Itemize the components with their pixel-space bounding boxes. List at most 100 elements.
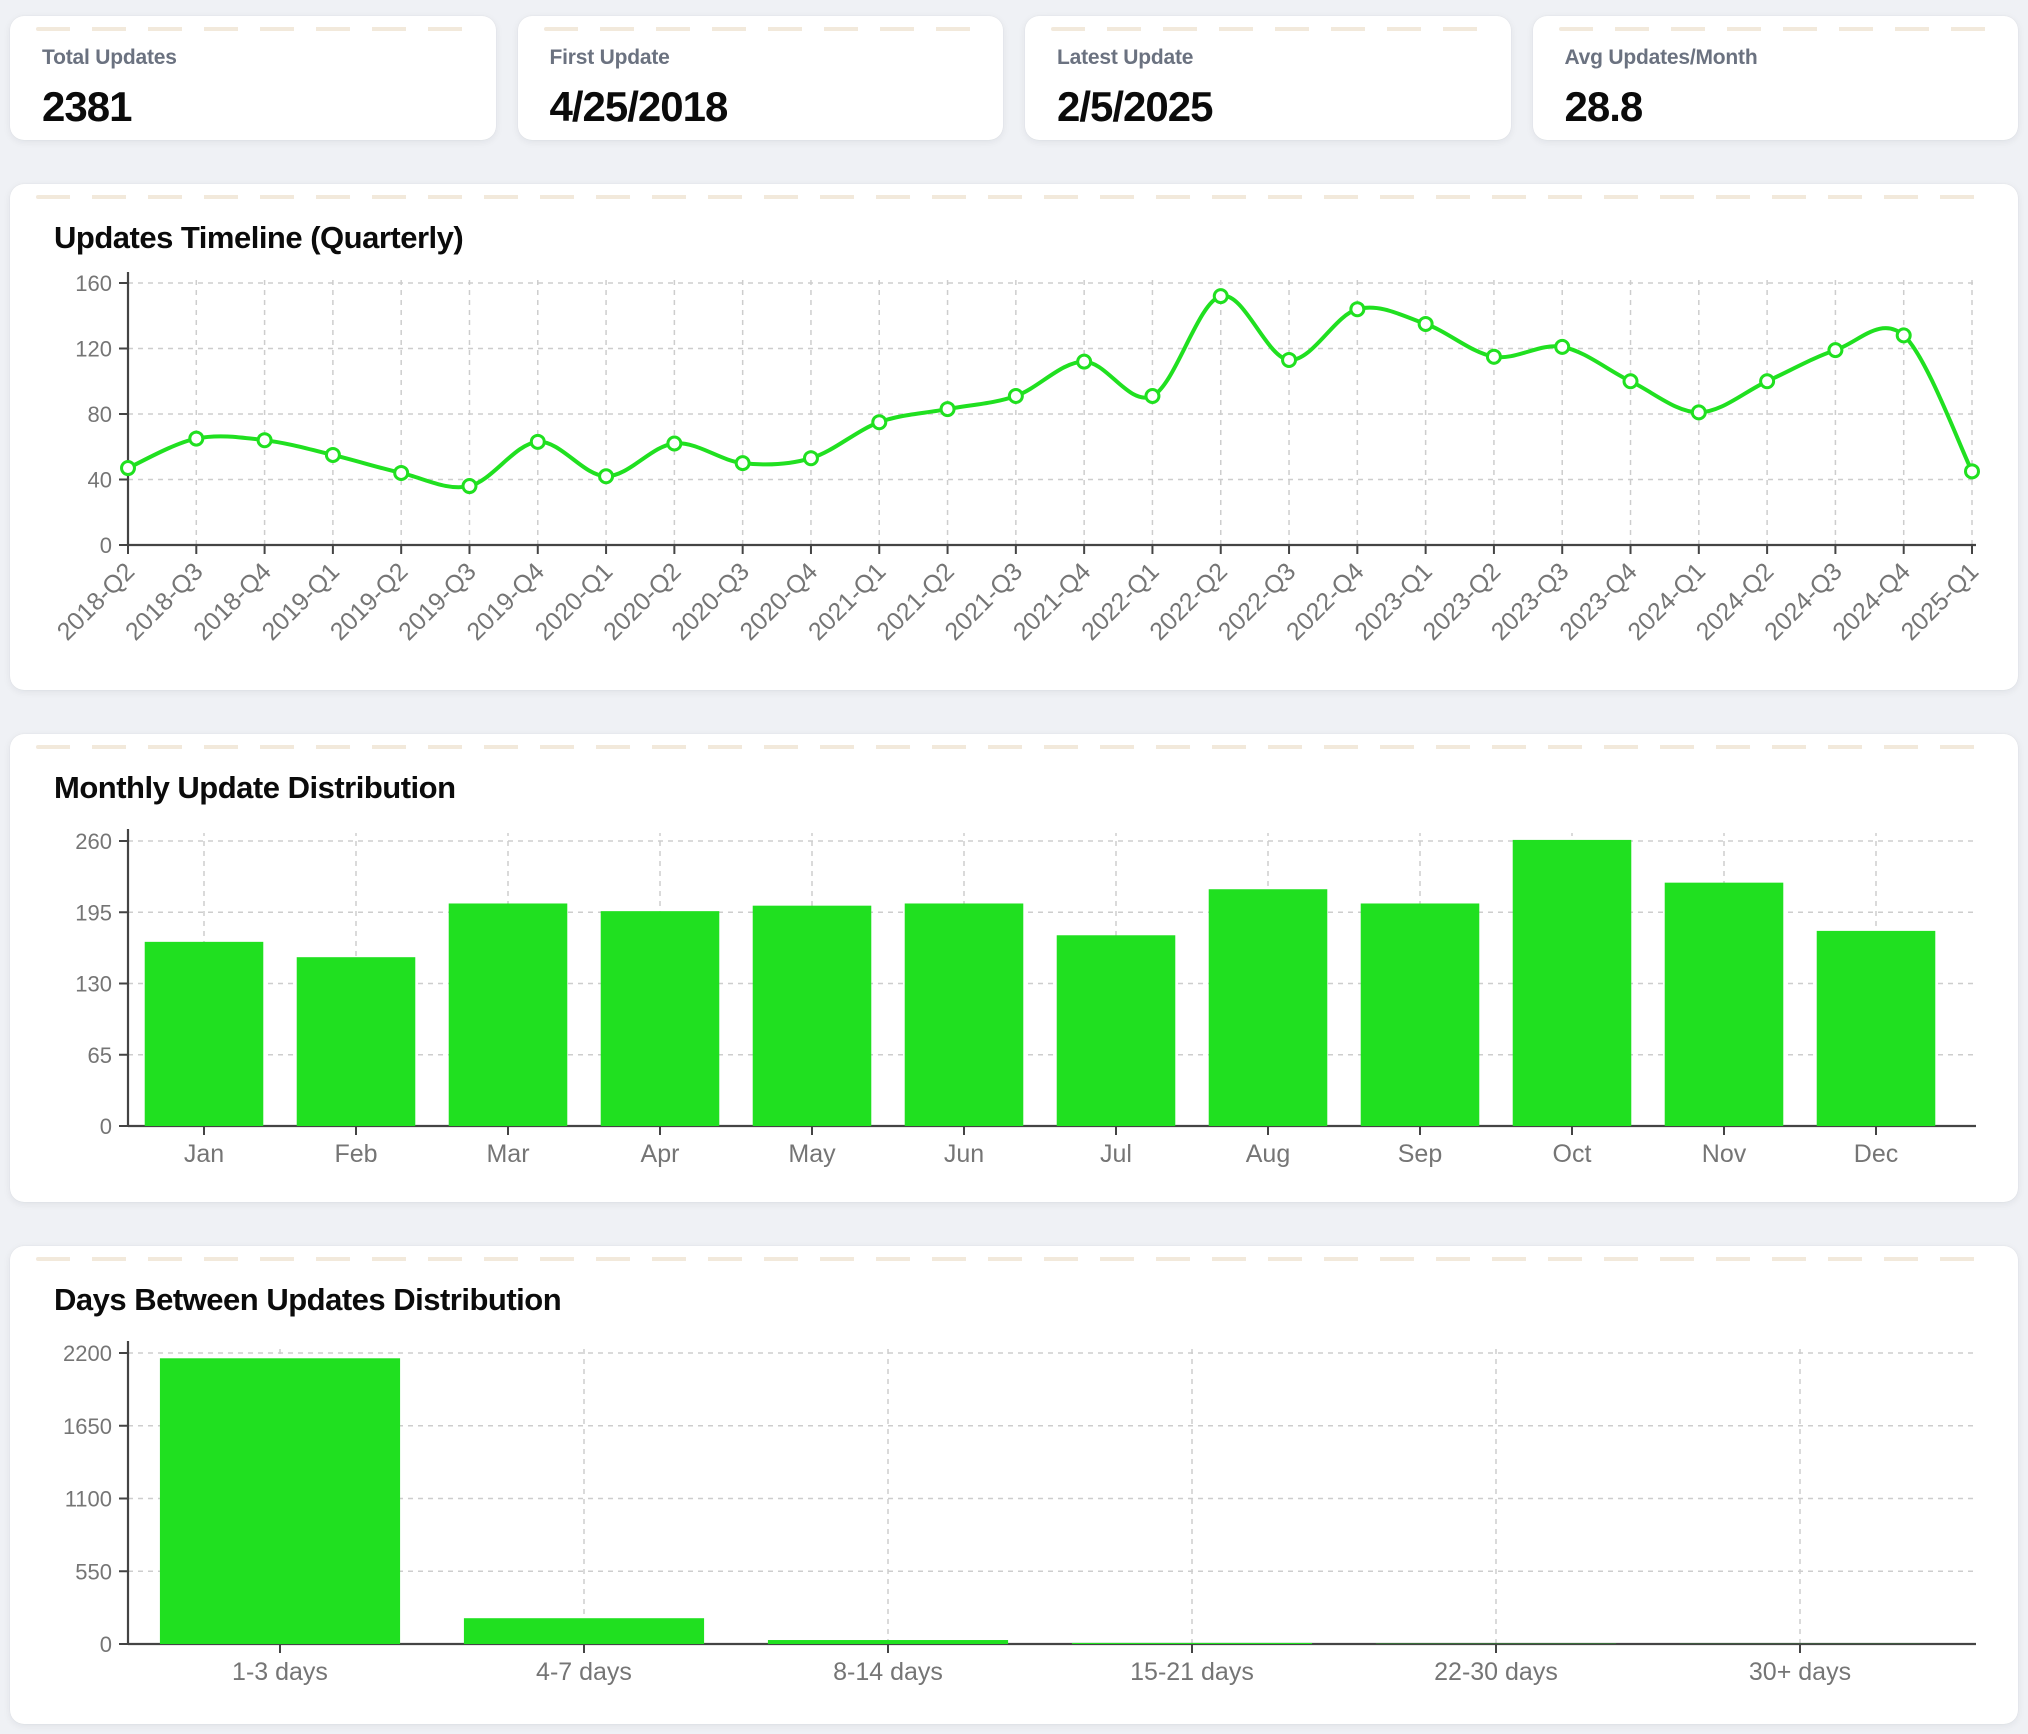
dashboard: Total Updates 2381 First Update 4/25/201… bbox=[10, 16, 2018, 1724]
y-tick-label: 550 bbox=[75, 1559, 112, 1584]
monthly-distribution-title: Monthly Update Distribution bbox=[54, 770, 1998, 806]
bar-Dec bbox=[1817, 931, 1936, 1126]
x-tick-label: Sep bbox=[1398, 1140, 1442, 1168]
card-top-dashes bbox=[36, 745, 1992, 749]
bar-Aug bbox=[1209, 889, 1328, 1126]
x-tick-label: 4-7 days bbox=[536, 1658, 632, 1686]
y-tick-label: 195 bbox=[75, 900, 112, 925]
days-between-updates-chart: 05501100165022001-3 days4-7 days8-14 day… bbox=[40, 1328, 1988, 1700]
bar-Apr bbox=[601, 911, 720, 1126]
card-top-dashes bbox=[1051, 27, 1485, 31]
data-point-2024-Q4 bbox=[1897, 329, 1910, 342]
data-point-2021-Q3 bbox=[1009, 389, 1022, 402]
y-tick-label: 65 bbox=[88, 1043, 112, 1068]
timeline-line bbox=[128, 296, 1972, 488]
data-point-2023-Q3 bbox=[1556, 340, 1569, 353]
data-point-2024-Q3 bbox=[1829, 344, 1842, 357]
bar-Nov bbox=[1665, 883, 1784, 1126]
x-tick-label: Jan bbox=[184, 1140, 224, 1168]
data-point-2023-Q4 bbox=[1624, 375, 1637, 388]
data-point-2021-Q4 bbox=[1078, 355, 1091, 368]
stat-card-avg-updates-month: Avg Updates/Month 28.8 bbox=[1533, 16, 2019, 140]
bar-Feb bbox=[297, 957, 416, 1126]
bar-Jan bbox=[145, 942, 264, 1126]
updates-timeline-title: Updates Timeline (Quarterly) bbox=[54, 220, 1998, 256]
data-point-2022-Q2 bbox=[1214, 290, 1227, 303]
x-tick-label: Jul bbox=[1100, 1140, 1132, 1168]
stat-card-first-update: First Update 4/25/2018 bbox=[518, 16, 1004, 140]
x-tick-label: Feb bbox=[334, 1140, 377, 1168]
data-point-2022-Q3 bbox=[1283, 353, 1296, 366]
y-tick-label: 130 bbox=[75, 972, 112, 997]
data-point-2019-Q2 bbox=[395, 466, 408, 479]
y-tick-label: 1650 bbox=[63, 1414, 112, 1439]
data-point-2023-Q1 bbox=[1419, 317, 1432, 330]
x-tick-label: Apr bbox=[641, 1140, 680, 1168]
bar-8-14 days bbox=[768, 1640, 1008, 1644]
y-tick-label: 0 bbox=[100, 533, 112, 558]
monthly-distribution-card: Monthly Update Distribution 0 65 130 195 260… bbox=[10, 734, 2018, 1202]
data-point-2019-Q3 bbox=[463, 480, 476, 493]
monthly-distribution-chart: 0 65 130 195 260 Jan Feb Mar Apr May Jun Jul Aug Sep O… bbox=[40, 816, 1988, 1178]
card-top-dashes bbox=[36, 195, 1992, 199]
data-point-2024-Q2 bbox=[1761, 375, 1774, 388]
x-tick-label: 22-30 days bbox=[1434, 1658, 1558, 1686]
bar-15-21 days bbox=[1072, 1643, 1312, 1644]
x-tick-label: Mar bbox=[486, 1140, 529, 1168]
data-point-2021-Q2 bbox=[941, 403, 954, 416]
y-tick-label: 0 bbox=[100, 1114, 112, 1139]
data-point-2020-Q2 bbox=[668, 437, 681, 450]
stats-row: Total Updates 2381 First Update 4/25/201… bbox=[10, 16, 2018, 140]
bar-Sep bbox=[1361, 903, 1480, 1126]
stat-card-latest-update: Latest Update 2/5/2025 bbox=[1025, 16, 1511, 140]
stat-value: 28.8 bbox=[1565, 83, 1987, 131]
x-tick-label: Aug bbox=[1246, 1140, 1290, 1168]
data-point-2022-Q4 bbox=[1351, 303, 1364, 316]
data-point-2025-Q1 bbox=[1966, 465, 1979, 478]
days-between-updates-card: Days Between Updates Distribution 055011… bbox=[10, 1246, 2018, 1724]
card-top-dashes bbox=[544, 27, 978, 31]
bar-Jul bbox=[1057, 935, 1176, 1126]
updates-timeline-card: Updates Timeline (Quarterly) 04080120160… bbox=[10, 184, 2018, 690]
stat-value: 4/25/2018 bbox=[550, 83, 972, 131]
x-tick-label: Jun bbox=[944, 1140, 984, 1168]
data-point-2021-Q1 bbox=[873, 416, 886, 429]
x-tick-label: 15-21 days bbox=[1130, 1658, 1254, 1686]
data-point-2019-Q4 bbox=[531, 435, 544, 448]
x-tick-label: Nov bbox=[1702, 1140, 1747, 1168]
bar-1-3 days bbox=[160, 1358, 400, 1644]
x-tick-label: 1-3 days bbox=[232, 1658, 328, 1686]
card-top-dashes bbox=[36, 1257, 1992, 1261]
days-between-updates-title: Days Between Updates Distribution bbox=[54, 1282, 1998, 1318]
data-point-2018-Q3 bbox=[190, 432, 203, 445]
bar-Jun bbox=[905, 903, 1024, 1126]
y-tick-label: 40 bbox=[88, 468, 112, 493]
card-top-dashes bbox=[1559, 27, 1993, 31]
stat-card-total-updates: Total Updates 2381 bbox=[10, 16, 496, 140]
x-tick-label: Oct bbox=[1553, 1140, 1592, 1168]
y-tick-label: 120 bbox=[75, 337, 112, 362]
data-point-2024-Q1 bbox=[1692, 406, 1705, 419]
y-tick-label: 0 bbox=[100, 1632, 112, 1657]
bar-4-7 days bbox=[464, 1618, 704, 1644]
stat-label: Avg Updates/Month bbox=[1565, 46, 1987, 70]
data-point-2022-Q1 bbox=[1146, 389, 1159, 402]
stat-label: Latest Update bbox=[1057, 46, 1479, 70]
stat-value: 2381 bbox=[42, 83, 464, 131]
x-tick-label: Dec bbox=[1854, 1140, 1898, 1168]
y-tick-label: 260 bbox=[75, 829, 112, 854]
bar-Oct bbox=[1513, 840, 1632, 1126]
data-point-2020-Q4 bbox=[804, 452, 817, 465]
stat-value: 2/5/2025 bbox=[1057, 83, 1479, 131]
x-tick-label: May bbox=[788, 1140, 836, 1168]
data-point-2018-Q2 bbox=[122, 462, 135, 475]
stat-label: First Update bbox=[550, 46, 972, 70]
data-point-2023-Q2 bbox=[1487, 350, 1500, 363]
stat-label: Total Updates bbox=[42, 46, 464, 70]
data-point-2018-Q4 bbox=[258, 434, 271, 447]
bar-Mar bbox=[449, 903, 568, 1126]
data-point-2020-Q1 bbox=[600, 470, 613, 483]
y-tick-label: 160 bbox=[75, 271, 112, 296]
x-tick-label: 30+ days bbox=[1749, 1658, 1851, 1686]
data-point-2019-Q1 bbox=[326, 448, 339, 461]
